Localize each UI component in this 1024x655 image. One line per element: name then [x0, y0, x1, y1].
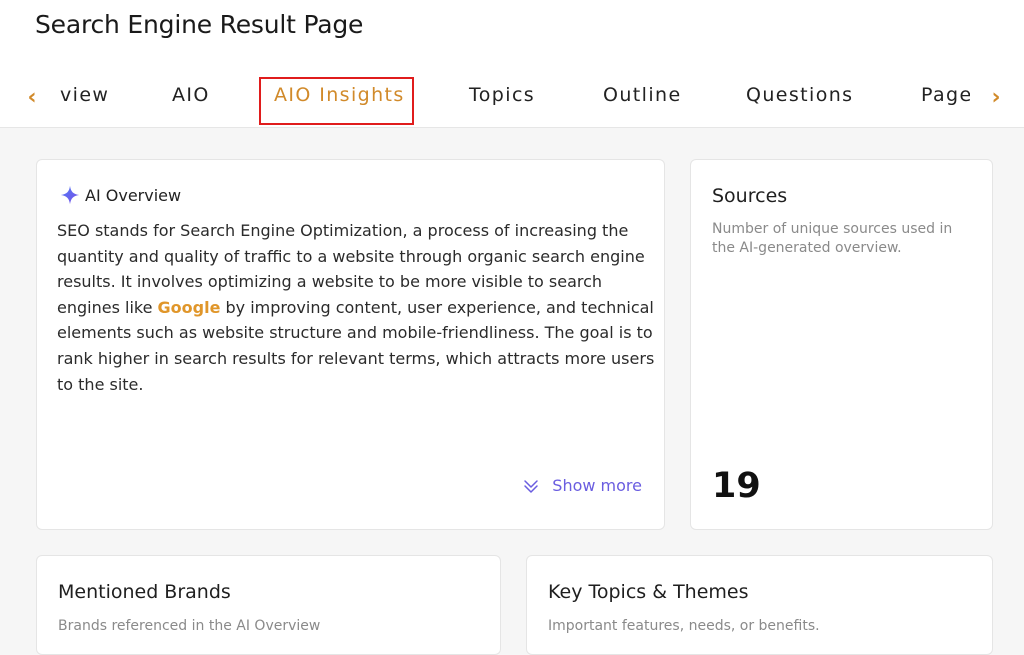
sources-count: 19 — [712, 466, 761, 506]
show-more-label: Show more — [552, 476, 642, 495]
brands-description: Brands referenced in the AI Overview — [58, 618, 321, 634]
chevron-left-icon[interactable]: ‹ — [20, 82, 44, 112]
tab-aio[interactable]: AIO — [172, 84, 210, 106]
page-title: Search Engine Result Page — [35, 10, 364, 39]
topics-title: Key Topics & Themes — [548, 581, 749, 603]
tab-questions[interactable]: Questions — [746, 84, 853, 106]
ai-overview-header: AI Overview — [59, 184, 181, 206]
mentioned-brands-card: Mentioned Brands Brands referenced in th… — [36, 555, 501, 655]
show-more-button[interactable]: Show more — [522, 476, 642, 495]
chevron-right-icon[interactable]: › — [984, 82, 1008, 112]
tab-topics[interactable]: Topics — [469, 84, 535, 106]
sources-card: Sources Number of unique sources used in… — [690, 159, 993, 530]
ai-overview-title: AI Overview — [85, 185, 182, 205]
tab-bar: ‹ view AIO AIO Insights Topics Outline Q… — [0, 72, 1024, 125]
sources-title: Sources — [712, 185, 788, 207]
tab-overview[interactable]: view — [60, 84, 109, 106]
key-topics-card: Key Topics & Themes Important features, … — [526, 555, 993, 655]
tab-outline[interactable]: Outline — [603, 84, 682, 106]
ai-overview-card: AI Overview SEO stands for Search Engine… — [36, 159, 665, 530]
tab-page[interactable]: Page — [921, 84, 970, 106]
sources-description: Number of unique sources used in the AI-… — [712, 221, 953, 256]
tab-strip: view AIO AIO Insights Topics Outline Que… — [55, 72, 970, 122]
double-chevron-down-icon — [524, 479, 539, 493]
brand-highlight: Google — [157, 297, 221, 317]
topics-description: Important features, needs, or benefits. — [548, 618, 820, 634]
sparkle-icon — [60, 185, 80, 205]
active-tab-highlight-box — [259, 77, 414, 125]
header: Search Engine Result Page ‹ view AIO AIO… — [0, 0, 1024, 128]
ai-overview-text: SEO stands for Search Engine Optimizatio… — [57, 218, 657, 397]
brands-title: Mentioned Brands — [58, 581, 231, 603]
